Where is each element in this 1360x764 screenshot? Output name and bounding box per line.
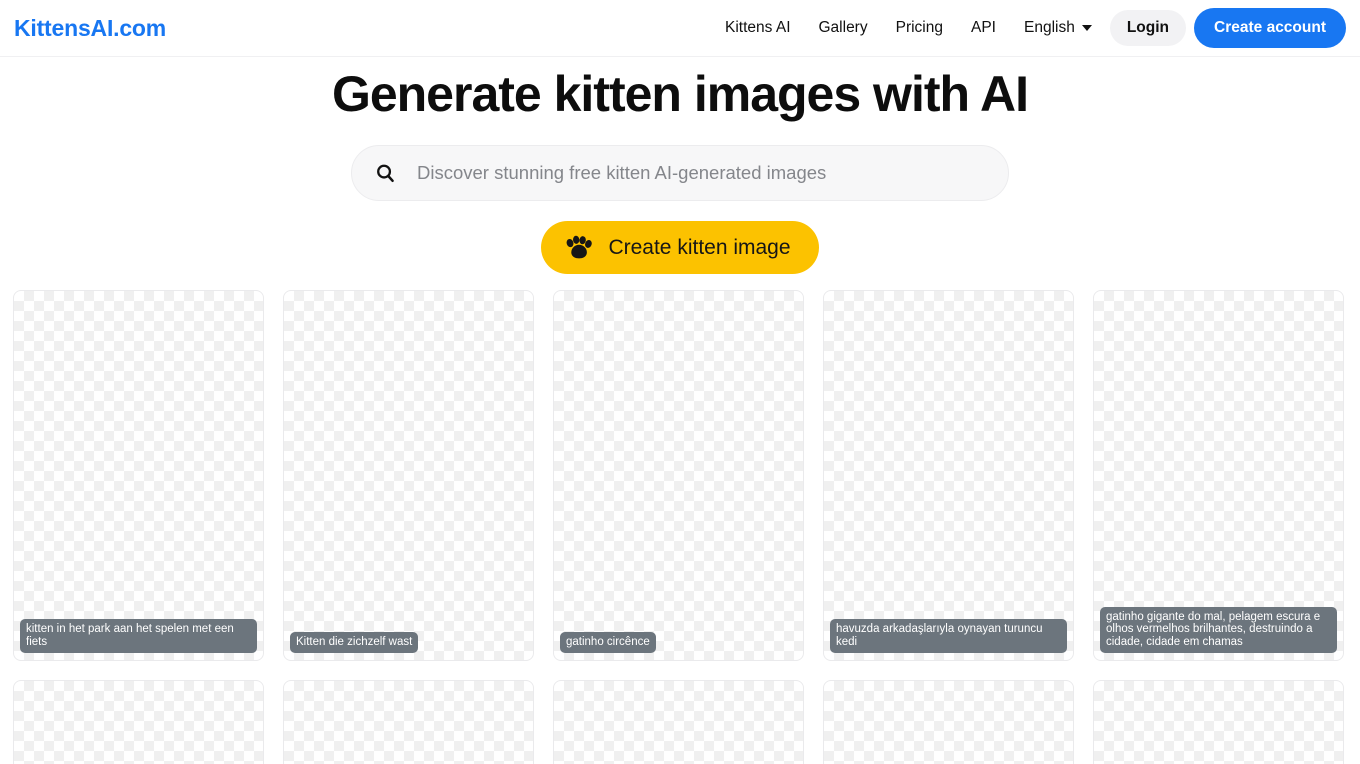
paw-icon <box>564 235 593 260</box>
search-bar[interactable] <box>351 145 1009 201</box>
create-account-button[interactable]: Create account <box>1194 8 1346 48</box>
site-logo[interactable]: KittensAI.com <box>14 16 166 40</box>
gallery-card[interactable] <box>553 680 804 764</box>
gallery-card[interactable]: havuzda arkadaşlarıyla oynayan turuncu k… <box>823 290 1074 661</box>
hero-section: Generate kitten images with AI Create ki… <box>0 57 1360 274</box>
gallery-card-caption: havuzda arkadaşlarıyla oynayan turuncu k… <box>830 619 1067 653</box>
nav-gallery[interactable]: Gallery <box>805 11 882 46</box>
gallery-card-caption: gatinho gigante do mal, pelagem escura e… <box>1100 606 1337 653</box>
gallery-card[interactable]: kitten in het park aan het spelen met ee… <box>13 290 264 661</box>
nav-kittens-ai[interactable]: Kittens AI <box>711 11 804 46</box>
login-button[interactable]: Login <box>1109 10 1187 46</box>
gallery-card[interactable] <box>283 680 534 764</box>
main-navigation: Kittens AI Gallery Pricing API English L… <box>711 8 1346 48</box>
site-header: KittensAI.com Kittens AI Gallery Pricing… <box>0 0 1360 57</box>
gallery-card[interactable]: gatinho circênce <box>553 290 804 661</box>
gallery-card[interactable] <box>1093 680 1344 764</box>
language-selector-label: English <box>1023 19 1075 36</box>
nav-pricing[interactable]: Pricing <box>882 11 957 46</box>
gallery-card-caption: kitten in het park aan het spelen met ee… <box>20 619 257 653</box>
create-kitten-image-label: Create kitten image <box>608 236 791 259</box>
gallery-card[interactable]: Kitten die zichzelf wast <box>283 290 534 661</box>
create-kitten-image-button[interactable]: Create kitten image <box>541 221 819 274</box>
gallery-card[interactable] <box>13 680 264 764</box>
image-gallery: kitten in het park aan het spelen met ee… <box>0 290 1360 764</box>
gallery-card-caption: gatinho circênce <box>560 631 656 653</box>
nav-api[interactable]: API <box>957 11 1010 46</box>
cta-row: Create kitten image <box>0 221 1360 274</box>
chevron-down-icon <box>1081 25 1092 31</box>
language-selector[interactable]: English <box>1010 11 1104 45</box>
gallery-card-caption: Kitten die zichzelf wast <box>290 631 419 653</box>
gallery-card[interactable]: gatinho gigante do mal, pelagem escura e… <box>1093 290 1344 661</box>
gallery-card[interactable] <box>823 680 1074 764</box>
search-icon <box>374 162 397 185</box>
search-input[interactable] <box>417 162 986 184</box>
page-title: Generate kitten images with AI <box>331 66 1029 122</box>
